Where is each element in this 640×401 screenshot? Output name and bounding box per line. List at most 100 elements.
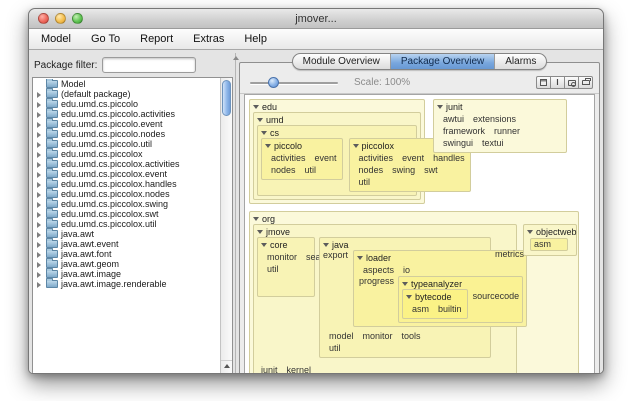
tree-item[interactable]: edu.umd.cs.piccolox.util — [33, 218, 220, 229]
package-box-java[interactable]: java export loader aspects io progress t… — [319, 237, 528, 358]
package-box-edu[interactable]: edu umd cs piccolo activities event node… — [249, 99, 471, 204]
tab-package-overview[interactable]: Package Overview — [389, 54, 495, 69]
package-name[interactable]: cs — [270, 128, 279, 138]
package-box-org[interactable]: org jmove core monitorsearch util — [249, 211, 579, 373]
package-label[interactable]: progress — [359, 276, 394, 286]
package-filter-input[interactable] — [102, 57, 197, 73]
tree-item[interactable]: edu.umd.cs.piccolo.util — [33, 138, 220, 149]
tree-item[interactable]: edu.umd.cs.piccolox — [33, 148, 220, 159]
menu-report[interactable]: Report — [140, 33, 173, 45]
tree-item[interactable]: java.awt.image — [33, 268, 220, 279]
package-name[interactable]: java — [332, 240, 349, 250]
package-label[interactable]: framework — [443, 126, 485, 136]
package-label[interactable]: util — [305, 165, 317, 175]
expand-triangle-icon[interactable] — [261, 130, 267, 135]
scroll-up-button[interactable] — [221, 360, 232, 370]
package-label[interactable]: junit — [261, 365, 278, 373]
tree-item[interactable]: java.awt.font — [33, 248, 220, 259]
save-button[interactable] — [536, 76, 551, 89]
tree-item[interactable]: (default package) — [33, 88, 220, 99]
package-name[interactable]: bytecode — [415, 292, 452, 302]
package-label[interactable]: tools — [402, 331, 421, 341]
package-label[interactable]: event — [315, 153, 337, 163]
expand-triangle-icon[interactable] — [265, 143, 271, 148]
package-label[interactable]: model — [329, 331, 354, 341]
package-name[interactable]: objectweb — [536, 227, 577, 237]
package-box-asm[interactable]: asm — [530, 238, 568, 251]
snapshot-button[interactable] — [564, 76, 579, 89]
expand-triangle-icon[interactable] — [357, 255, 364, 260]
package-label[interactable]: metrics — [495, 249, 524, 259]
minimize-button[interactable] — [55, 13, 66, 24]
expand-triangle-icon[interactable] — [402, 281, 409, 286]
tree-item[interactable]: edu.umd.cs.piccolo.event — [33, 118, 220, 129]
expand-arrow-icon[interactable] — [37, 275, 43, 293]
package-label[interactable]: monitor — [267, 252, 297, 262]
package-label[interactable]: swingui — [443, 138, 473, 148]
tree-item[interactable]: edu.umd.cs.piccolox.nodes — [33, 188, 220, 199]
tab-module-overview[interactable]: Module Overview — [293, 54, 390, 69]
package-label[interactable]: asm — [412, 304, 429, 314]
package-label[interactable]: sourcecode — [473, 291, 520, 301]
close-button[interactable] — [38, 13, 49, 24]
package-name[interactable]: core — [270, 240, 288, 250]
slider-track[interactable] — [250, 81, 338, 84]
tab-alarms[interactable]: Alarms — [494, 54, 546, 69]
package-box-umd[interactable]: umd cs piccolo activities event nodes util — [253, 112, 471, 200]
expand-triangle-icon[interactable] — [437, 104, 443, 109]
package-label[interactable]: handles — [433, 153, 465, 163]
scrollbar-thumb[interactable] — [222, 80, 231, 116]
package-name[interactable]: jmove — [266, 227, 290, 237]
menu-help[interactable]: Help — [244, 33, 267, 45]
package-label[interactable]: util — [267, 264, 279, 274]
package-label[interactable]: kernel — [287, 365, 312, 373]
expand-triangle-icon[interactable] — [527, 229, 533, 234]
package-label[interactable]: nodes — [359, 165, 384, 175]
package-name[interactable]: edu — [262, 102, 277, 112]
package-label[interactable]: activities — [359, 153, 394, 163]
package-label[interactable]: asm — [534, 239, 551, 249]
package-box-objectweb[interactable]: objectweb asm — [523, 224, 577, 256]
tree-item[interactable]: edu.umd.cs.piccolox.activities — [33, 158, 220, 169]
expand-triangle-icon[interactable] — [352, 143, 359, 148]
package-name[interactable]: junit — [446, 102, 463, 112]
menu-goto[interactable]: Go To — [91, 33, 120, 45]
menu-extras[interactable]: Extras — [193, 33, 224, 45]
package-name[interactable]: piccolox — [362, 141, 395, 151]
tree-item[interactable]: java.awt.image.renderable — [33, 278, 220, 289]
package-label[interactable]: aspects — [363, 265, 394, 275]
tree-item[interactable]: Model — [33, 79, 220, 89]
package-box-loader[interactable]: loader aspects io progress typeanalyzer — [353, 250, 528, 327]
package-label[interactable]: event — [402, 153, 424, 163]
package-label[interactable]: builtin — [438, 304, 462, 314]
tree-item[interactable]: edu.umd.cs.piccolo.nodes — [33, 128, 220, 139]
expand-triangle-icon[interactable] — [261, 242, 267, 247]
tree-item[interactable]: edu.umd.cs.piccolox.swt — [33, 208, 220, 219]
package-name[interactable]: org — [262, 214, 275, 224]
package-label[interactable]: export — [323, 250, 348, 260]
slider-knob[interactable] — [268, 76, 279, 88]
diagram-canvas[interactable]: edu umd cs piccolo activities event node… — [244, 94, 595, 373]
package-box-junit[interactable]: junit awtui extensions framework runner sw… — [433, 99, 567, 153]
print-button[interactable] — [578, 76, 593, 89]
package-name[interactable]: piccolo — [274, 141, 302, 151]
package-label[interactable]: monitor — [363, 331, 393, 341]
tree-item[interactable]: edu.umd.cs.piccolo — [33, 98, 220, 109]
tree-item[interactable]: edu.umd.cs.piccolox.handles — [33, 178, 220, 189]
tree-horizontal-scroll-arrows[interactable] — [35, 371, 51, 373]
expand-triangle-icon[interactable] — [257, 229, 263, 234]
zoom-button[interactable] — [72, 13, 83, 24]
scroll-down-button[interactable] — [221, 370, 232, 373]
package-label[interactable]: extensions — [473, 114, 516, 124]
package-label[interactable]: awtui — [443, 114, 464, 124]
package-label[interactable]: util — [359, 177, 371, 187]
text-button[interactable]: I — [550, 76, 565, 89]
package-label[interactable]: util — [329, 343, 341, 353]
package-box-piccolo[interactable]: piccolo activities event nodes util — [261, 138, 343, 180]
package-label[interactable]: swing — [392, 165, 415, 175]
expand-triangle-icon[interactable] — [257, 117, 263, 122]
tree-item[interactable]: edu.umd.cs.piccolox.swing — [33, 198, 220, 209]
package-box-typeanalyzer[interactable]: typeanalyzer bytecode asm builtin source… — [398, 276, 524, 323]
expand-triangle-icon[interactable] — [253, 104, 259, 109]
title-bar[interactable]: jmover... — [29, 9, 603, 29]
